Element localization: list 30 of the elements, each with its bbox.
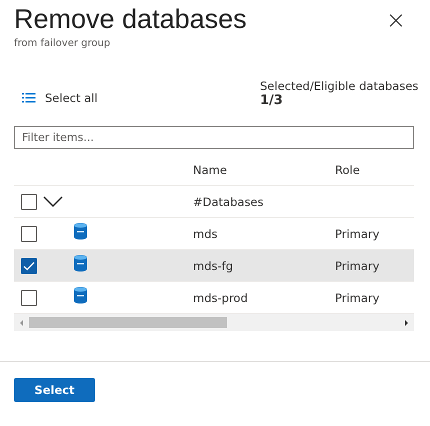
scroll-right-icon [405, 320, 408, 326]
table-cell-text: mds-prod [193, 290, 249, 304]
filter-field[interactable]: Filter items... [14, 126, 414, 149]
table-cell-text: Primary [335, 226, 380, 240]
select-button[interactable]: Select [14, 378, 95, 402]
checkbox[interactable] [21, 226, 37, 242]
table-cell-text: Primary [335, 290, 380, 304]
database-icon [74, 287, 87, 304]
database-icon [74, 255, 87, 272]
group-label: #Databases [193, 194, 264, 208]
checkbox[interactable] [21, 258, 37, 274]
horizontal-scrollbar[interactable] [14, 314, 414, 331]
database-icon [74, 223, 87, 240]
table-cell-text: Primary [335, 258, 380, 272]
close-button[interactable]: × [386, 8, 406, 32]
column-header[interactable]: Role [335, 163, 414, 177]
summary-label: Selected/Eligible databases [260, 79, 420, 93]
column-header[interactable]: Name [193, 163, 335, 177]
scroll-left-icon [20, 320, 23, 326]
checkbox[interactable] [21, 290, 37, 306]
summary-value: 1/3 [260, 93, 284, 108]
panel-subtitle: from failover group [14, 38, 112, 49]
list-icon [22, 92, 36, 104]
checkbox[interactable] [21, 194, 37, 210]
select-all-button[interactable]: Select all [22, 89, 98, 107]
table-cell-text: mds [193, 226, 218, 240]
table-row[interactable]: mds-fg Primary [14, 250, 414, 282]
panel-title: Remove databases [14, 3, 247, 36]
table-cell-text: mds-fg [193, 258, 234, 272]
scrollbar-thumb[interactable] [29, 317, 227, 328]
